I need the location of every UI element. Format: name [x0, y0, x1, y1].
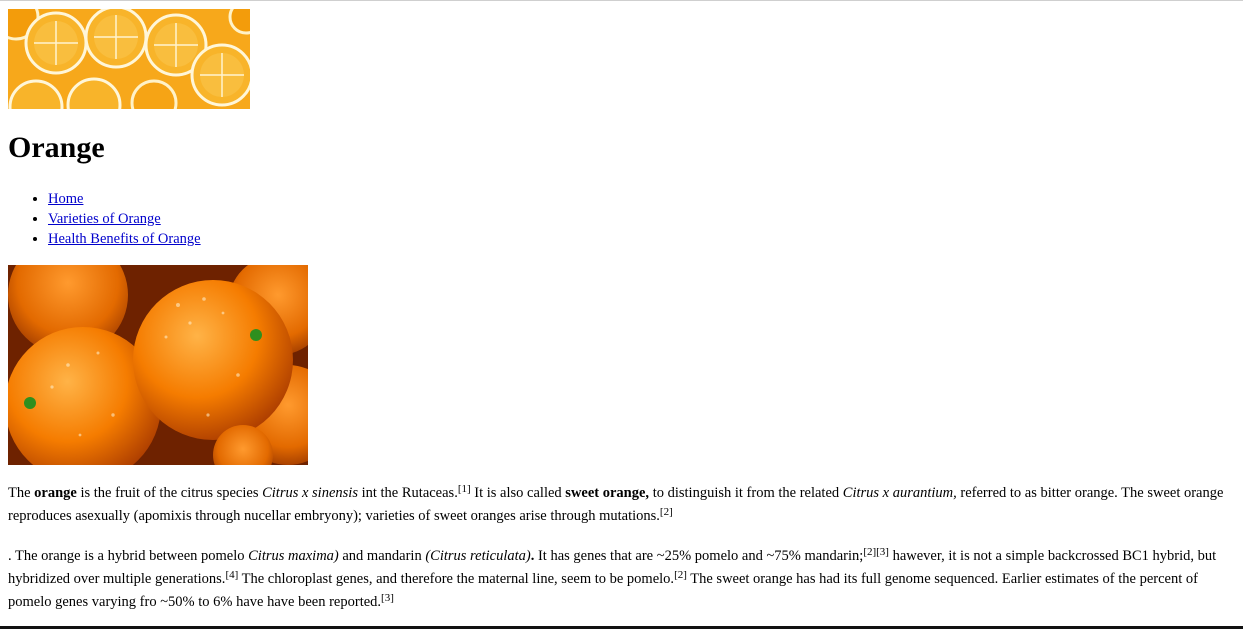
main-nav: Home Varieties of Orange Health Benefits…: [8, 189, 201, 249]
paragraph-text: int the Rutaceas.: [357, 485, 458, 501]
paragraph-text: It is also called: [470, 485, 566, 501]
paragraph-text: The: [8, 485, 35, 501]
orange-slices-banner-image: [8, 9, 250, 109]
nav-link-health-benefits[interactable]: Health Benefits of Orange: [48, 231, 201, 247]
citation-ref: [2]: [863, 546, 877, 558]
window-top-border: [0, 0, 1243, 1]
nav-item-health-benefits: Health Benefits of Orange: [48, 229, 201, 249]
citation-ref: [3]: [876, 546, 889, 558]
nav-item-varieties: Varieties of Orange: [48, 209, 201, 229]
hybrid-paragraph: . The orange is a hybrid between pomelo …: [8, 545, 1240, 614]
paragraph-text: and mandarin: [338, 548, 426, 564]
species-name: Citrus maxima): [248, 548, 339, 564]
species-name: Citrus x aurantium,: [842, 485, 957, 501]
term-sweet-orange: sweet orange,: [565, 485, 650, 501]
citation-ref: [1]: [457, 483, 471, 495]
paragraph-text: The chloroplast genes, and therefore the…: [238, 571, 675, 587]
term-orange: orange: [34, 485, 77, 501]
intro-paragraph: The orange is the fruit of the citrus sp…: [8, 482, 1240, 528]
species-name: (Citrus reticulata): [425, 548, 531, 564]
citation-ref: [3]: [381, 592, 394, 604]
citation-ref: [4]: [225, 569, 239, 581]
species-name: Citrus x sinensis: [262, 485, 358, 501]
paragraph-text: . The orange is a hybrid between pomelo: [8, 548, 249, 564]
whole-oranges-photo: [8, 265, 308, 465]
paragraph-text: It has genes that are ~25% pomelo and ~7…: [534, 548, 864, 564]
nav-link-varieties[interactable]: Varieties of Orange: [48, 211, 161, 227]
citation-ref: [2]: [674, 569, 687, 581]
paragraph-text: is the fruit of the citrus species: [76, 485, 263, 501]
nav-item-home: Home: [48, 189, 201, 209]
citation-ref: [2]: [659, 506, 673, 518]
nav-link-home[interactable]: Home: [48, 191, 83, 207]
page-title: Orange: [8, 131, 105, 164]
paragraph-text: to distinguish it from the related: [649, 485, 843, 501]
